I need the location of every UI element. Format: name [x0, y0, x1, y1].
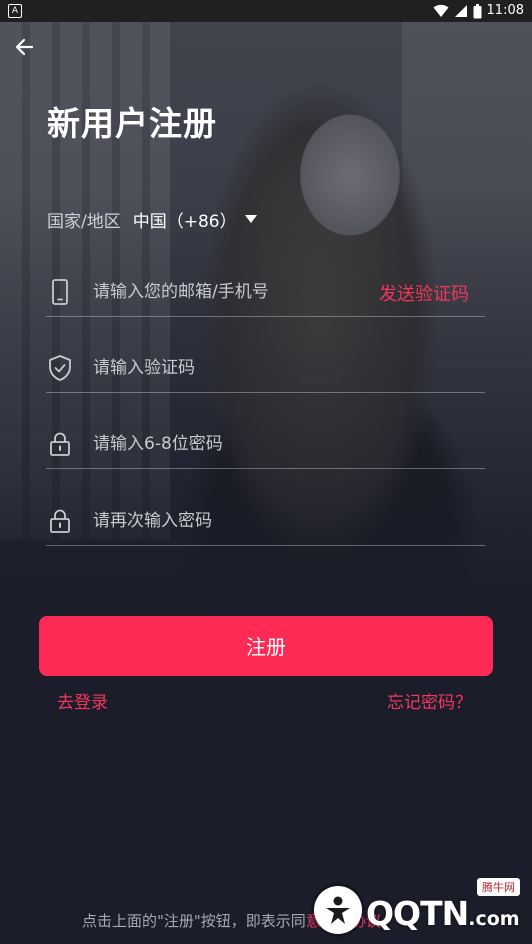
confirm-password-field	[46, 497, 485, 546]
notification-app-icon: A	[8, 4, 22, 18]
password-field	[46, 420, 485, 469]
region-value: 中国（+86）	[132, 211, 237, 232]
watermark-brand-name: QQTN	[366, 894, 469, 933]
shield-check-icon	[49, 355, 71, 381]
watermark: QQTN.com 腾牛网	[314, 878, 524, 938]
signal-icon	[454, 5, 467, 17]
account-field: 发送验证码	[46, 268, 485, 317]
watermark-figure-icon	[326, 896, 350, 924]
region-label: 国家/地区	[47, 211, 121, 232]
lock-icon	[50, 509, 70, 533]
status-icons: 11:08	[433, 3, 524, 19]
send-code-button[interactable]: 发送验证码	[379, 280, 469, 306]
code-field	[46, 344, 485, 393]
caret-down-icon	[244, 215, 257, 223]
go-login-link[interactable]: 去登录	[57, 688, 108, 713]
page-title: 新用户注册	[47, 104, 217, 143]
phone-icon	[52, 279, 68, 305]
status-bar: A 11:08	[0, 0, 532, 22]
confirm-password-input[interactable]	[93, 507, 353, 535]
watermark-domain: .com	[468, 908, 520, 930]
account-input[interactable]	[93, 278, 353, 306]
lock-icon	[50, 432, 70, 456]
region-selector[interactable]: 国家/地区 中国（+86）	[47, 206, 257, 232]
wifi-icon	[433, 4, 449, 18]
watermark-badge: 腾牛网	[477, 878, 520, 896]
arrow-left-icon	[15, 38, 34, 56]
watermark-logo	[314, 886, 362, 934]
register-button[interactable]: 注册	[39, 616, 493, 676]
password-input[interactable]	[93, 430, 353, 458]
status-time: 11:08	[486, 3, 524, 18]
forgot-password-link[interactable]: 忘记密码？	[387, 688, 472, 713]
register-screen: A 11:08 新用户注册 国家/地区 中国（+86） 请输入您的邮箱/手机号 …	[0, 0, 532, 944]
watermark-brand: QQTN.com	[366, 894, 520, 933]
back-button[interactable]	[12, 34, 38, 60]
code-input[interactable]	[93, 354, 353, 382]
agreement-prefix: 点击上面的"注册"按钮，即表示同	[82, 912, 306, 930]
battery-icon	[473, 3, 482, 18]
